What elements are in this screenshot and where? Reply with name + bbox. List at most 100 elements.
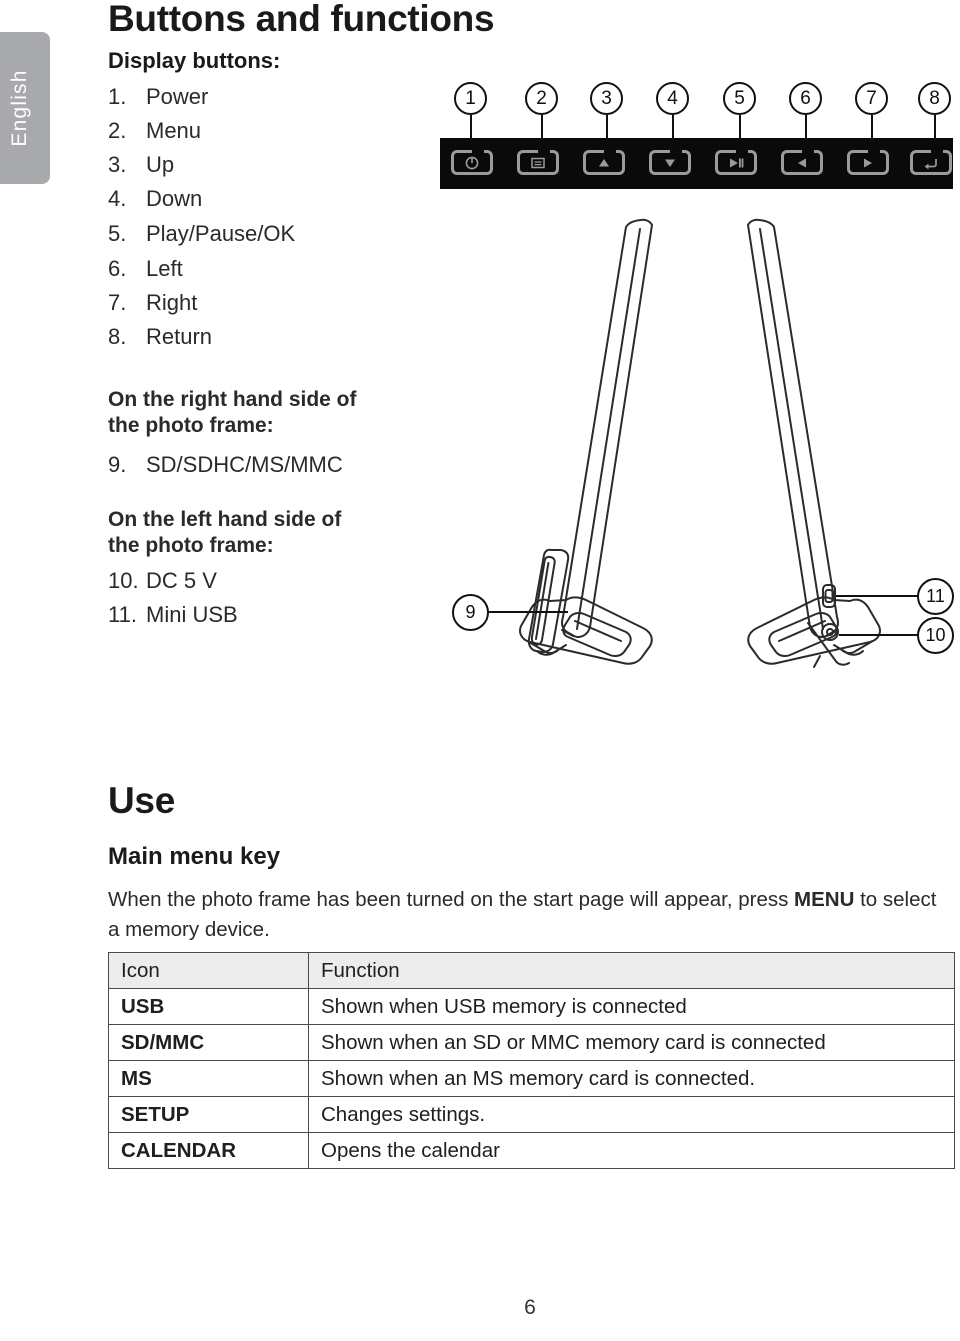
use-paragraph: When the photo frame has been turned on … (108, 885, 938, 945)
callout-9: 9 (452, 594, 489, 631)
table-header-row: Icon Function (108, 952, 955, 989)
table-header-icon: Icon (108, 952, 309, 989)
page-title: Buttons and functions (108, 0, 495, 39)
button-right[interactable] (847, 150, 889, 175)
menu-icon (530, 156, 546, 170)
icon-function-table: Icon Function USB Shown when USB memory … (108, 952, 955, 1169)
left-side-heading-line1: On the left hand side of (108, 508, 342, 531)
table-cell-icon: CALENDAR (108, 1132, 309, 1169)
table-row: CALENDAR Opens the calendar (108, 1132, 955, 1169)
table-cell-icon: MS (108, 1060, 309, 1097)
leader-line-7 (870, 115, 873, 140)
leader-line-11 (836, 595, 918, 598)
list-item-index: 11. (108, 602, 137, 627)
list-item-index: 2. (108, 118, 127, 143)
callout-8: 8 (918, 82, 951, 115)
callout-5: 5 (723, 82, 756, 115)
list-item: 7. Right (108, 290, 197, 316)
table-cell-function: Opens the calendar (308, 1132, 955, 1169)
table-cell-function: Shown when an MS memory card is connecte… (308, 1060, 955, 1097)
list-item-label: Return (146, 324, 213, 349)
list-item: 1. Power (108, 84, 208, 110)
table-cell-icon: USB (108, 988, 309, 1025)
leader-line-8 (933, 115, 936, 140)
list-item-label: Menu (146, 118, 202, 143)
play-pause-icon (727, 156, 745, 170)
button-down[interactable] (649, 150, 691, 175)
table-row: SD/MMC Shown when an SD or MMC memory ca… (108, 1024, 955, 1061)
down-arrow-icon (662, 156, 678, 170)
list-item: 8. Return (108, 324, 212, 350)
button-left[interactable] (781, 150, 823, 175)
callout-2: 2 (525, 82, 558, 115)
list-item-index: 6. (108, 256, 127, 281)
callout-1: 1 (454, 82, 487, 115)
button-power[interactable] (451, 150, 493, 175)
table-cell-icon: SETUP (108, 1096, 309, 1133)
power-icon (464, 155, 480, 171)
list-item: 4. Down (108, 186, 202, 212)
list-item-label: Mini USB (146, 602, 238, 627)
leader-line-2 (540, 115, 543, 140)
button-play-pause-ok[interactable] (715, 150, 757, 175)
list-item-index: 8. (108, 324, 127, 349)
use-paragraph-part1: When the photo frame has been turned on … (108, 888, 795, 911)
list-item-index: 1. (108, 84, 127, 109)
list-item-label: SD/SDHC/MS/MMC (146, 452, 343, 477)
page-number-value: 6 (524, 1296, 536, 1319)
leader-line-10 (839, 634, 918, 637)
left-side-heading-line2: the photo frame: (108, 534, 274, 557)
main-menu-key-subheading: Main menu key (108, 843, 281, 870)
leader-line-5 (738, 115, 741, 140)
list-item-index: 4. (108, 186, 127, 211)
button-bar-diagram: 1 2 3 4 5 6 7 8 (440, 80, 953, 192)
language-tab-label: English (8, 69, 31, 147)
photo-frame-illustration: 9 11 10 (440, 205, 960, 685)
control-bar (440, 138, 953, 189)
callout-7: 7 (855, 82, 888, 115)
table-cell-function: Shown when USB memory is connected (308, 988, 955, 1025)
list-item-index: 7. (108, 290, 127, 315)
right-arrow-icon (860, 156, 876, 170)
page-number: 6 (0, 1296, 960, 1320)
callout-4: 4 (656, 82, 689, 115)
up-arrow-icon (596, 156, 612, 170)
table-header-function: Function (308, 952, 955, 989)
use-paragraph-bold: MENU (794, 888, 855, 911)
table-cell-function: Changes settings. (308, 1096, 955, 1133)
list-item-index: 3. (108, 152, 127, 177)
table-row: MS Shown when an MS memory card is conne… (108, 1060, 955, 1097)
leader-line-6 (804, 115, 807, 140)
left-arrow-icon (794, 156, 810, 170)
manual-page: English Buttons and functions Display bu… (0, 0, 960, 1341)
button-menu[interactable] (517, 150, 559, 175)
list-item: 6. Left (108, 256, 183, 282)
list-item: 5. Play/Pause/OK (108, 221, 295, 247)
callout-11: 11 (917, 578, 954, 615)
list-item-index: 9. (108, 452, 127, 477)
list-item: 11. Mini USB (108, 602, 238, 628)
list-item-label: Right (146, 290, 198, 315)
leader-line-1 (469, 115, 472, 140)
callout-3: 3 (590, 82, 623, 115)
list-item-label: Power (146, 84, 209, 109)
list-item: 2. Menu (108, 118, 201, 144)
button-up[interactable] (583, 150, 625, 175)
use-heading: Use (108, 780, 175, 821)
list-item-index: 5. (108, 221, 127, 246)
table-cell-function: Shown when an SD or MMC memory card is c… (308, 1024, 955, 1061)
callout-10: 10 (917, 617, 954, 654)
list-item: 3. Up (108, 152, 174, 178)
table-row: USB Shown when USB memory is connected (108, 988, 955, 1025)
button-return[interactable] (910, 150, 952, 175)
list-item-label: Up (146, 152, 175, 177)
table-cell-icon: SD/MMC (108, 1024, 309, 1061)
leader-line-4 (671, 115, 674, 140)
list-item: 9. SD/SDHC/MS/MMC (108, 452, 343, 478)
leader-line-3 (605, 115, 608, 140)
display-buttons-heading: Display buttons: (108, 48, 281, 73)
table-row: SETUP Changes settings. (108, 1096, 955, 1133)
right-side-heading-line1: On the right hand side of (108, 388, 357, 411)
list-item-label: Down (146, 186, 203, 211)
list-item-index: 10. (108, 568, 139, 593)
